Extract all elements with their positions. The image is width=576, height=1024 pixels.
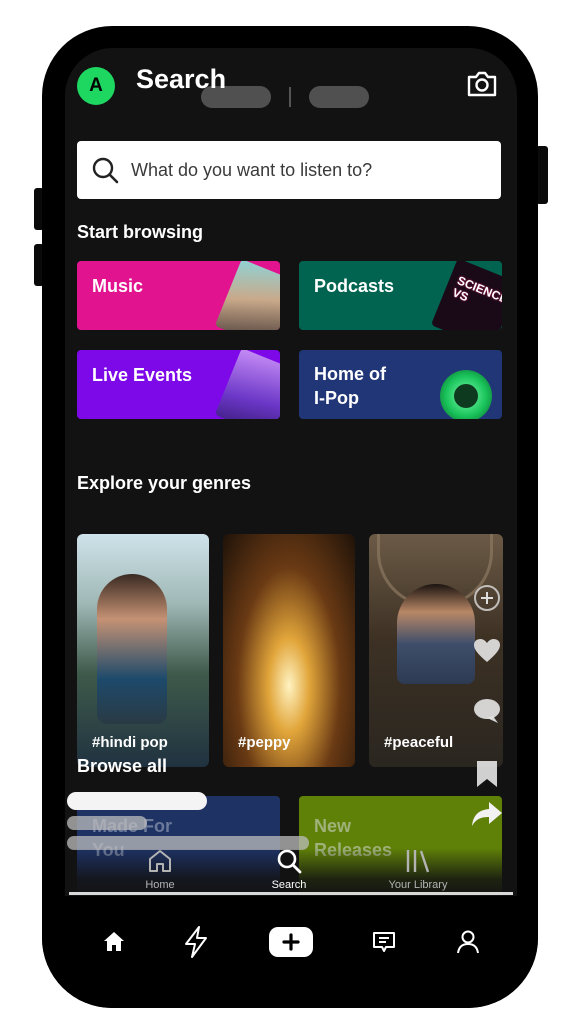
browse-all-heading: Browse all	[77, 756, 168, 776]
tile-label: Podcasts	[314, 276, 395, 296]
tile-label: Home of I-Pop	[314, 364, 386, 408]
genre-label: #peaceful	[384, 734, 454, 751]
nav-label: Search	[271, 879, 307, 891]
tile-live-events[interactable]: Live Events	[77, 350, 280, 419]
ipop-logo	[440, 370, 492, 419]
comment-icon[interactable]	[473, 698, 501, 724]
tile-music[interactable]: Music	[77, 261, 280, 330]
loading-skeleton	[67, 816, 147, 830]
nav-search[interactable]: Search	[239, 848, 339, 891]
add-circle-icon[interactable]	[473, 584, 501, 612]
nav-your-library[interactable]: Your Library	[368, 848, 468, 891]
start-browsing-heading: Start browsing	[77, 222, 204, 242]
home-icon[interactable]	[94, 924, 134, 960]
nav-label: Your Library	[388, 879, 448, 891]
dynamic-island-divider	[289, 87, 291, 107]
music-cover-art	[214, 261, 280, 330]
tile-home-of-ipop[interactable]: Home of I-Pop	[299, 350, 502, 419]
genre-image	[97, 574, 167, 724]
genre-label: #peppy	[238, 734, 291, 751]
message-icon[interactable]	[364, 924, 404, 960]
live-events-art	[214, 350, 280, 419]
loading-skeleton	[67, 792, 207, 810]
bookmark-icon[interactable]	[475, 760, 499, 788]
search-bar[interactable]	[77, 141, 501, 199]
nav-label: Home	[145, 879, 175, 891]
avatar[interactable]: A	[77, 67, 115, 105]
genre-card-hindi-pop[interactable]: #hindi pop	[77, 534, 209, 767]
page-title: Search	[136, 64, 227, 94]
explore-genres-heading: Explore your genres	[77, 473, 252, 493]
genre-image-person	[397, 584, 475, 684]
home-outline-icon	[149, 850, 171, 872]
nav-divider	[69, 892, 513, 895]
tile-podcasts[interactable]: Podcasts SCIENCE VS	[299, 261, 502, 330]
genre-label: #hindi pop	[92, 734, 168, 751]
profile-icon[interactable]	[448, 924, 488, 960]
search-icon	[277, 849, 302, 874]
phone-frame: A Search Start browsing Music Podcasts	[42, 26, 538, 1008]
app-screen: A Search Start browsing Music Podcasts	[65, 48, 517, 900]
podcast-art-text: SCIENCE VS	[450, 273, 502, 307]
lightning-icon[interactable]	[176, 924, 216, 960]
nav-home[interactable]: Home	[110, 848, 210, 891]
search-input[interactable]	[129, 158, 493, 182]
dynamic-island-right	[309, 86, 369, 108]
podcast-cover-art: SCIENCE VS	[430, 261, 502, 330]
search-icon	[92, 157, 119, 184]
system-bottom-bar	[42, 896, 538, 1008]
tile-label: Music	[92, 276, 144, 296]
plus-icon[interactable]	[268, 924, 314, 960]
camera-icon[interactable]	[466, 69, 498, 99]
heart-icon[interactable]	[473, 638, 501, 664]
tile-label: Live Events	[92, 365, 193, 385]
library-icon	[406, 850, 430, 873]
share-icon[interactable]	[471, 800, 503, 828]
genre-card-peppy[interactable]: #peppy	[223, 534, 355, 767]
